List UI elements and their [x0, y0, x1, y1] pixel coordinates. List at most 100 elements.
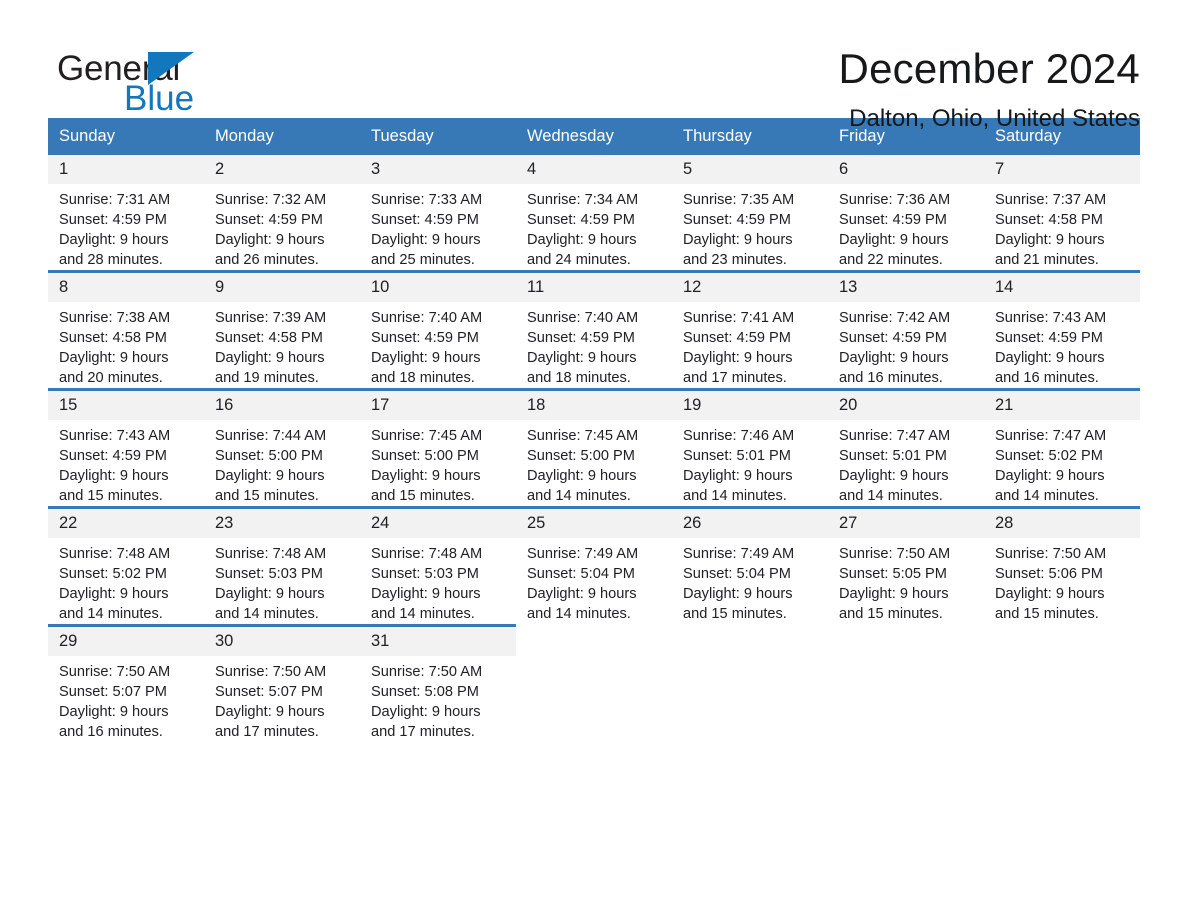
sunrise-text: Sunrise: 7:46 AM: [683, 428, 795, 444]
daylight-text-line2: and 15 minutes.: [995, 606, 1099, 622]
sunset-text: Sunset: 5:03 PM: [215, 566, 323, 582]
sunrise-text: Sunrise: 7:40 AM: [371, 310, 483, 326]
calendar-day-cell[interactable]: 7 Sunrise: 7:37 AM Sunset: 4:58 PM Daylight…: [984, 155, 1140, 272]
sunset-text: Sunset: 5:01 PM: [683, 448, 791, 464]
daylight-text-line1: Daylight: 9 hours: [215, 232, 325, 248]
calendar-day-cell[interactable]: 5 Sunrise: 7:35 AM Sunset: 4:59 PM Daylight…: [672, 155, 828, 272]
sunrise-text: Sunrise: 7:36 AM: [839, 192, 951, 208]
day-details: Sunrise: 7:42 AM Sunset: 4:59 PM Daylight:…: [828, 302, 984, 388]
day-details: [516, 656, 672, 662]
calendar-day-cell[interactable]: 17 Sunrise: 7:45 AM Sunset: 5:00 PM Dayligh…: [360, 388, 516, 508]
calendar-day-cell[interactable]: 16 Sunrise: 7:44 AM Sunset: 5:00 PM Dayligh…: [204, 388, 360, 508]
calendar-day-cell[interactable]: 25 Sunrise: 7:49 AM Sunset: 5:04 PM Dayligh…: [516, 506, 672, 626]
day-number: 21: [984, 391, 1140, 420]
day-number: 20: [828, 391, 984, 420]
generalblue-logo[interactable]: General Blue: [48, 44, 248, 118]
day-details: [828, 656, 984, 662]
calendar-week-row: 8 Sunrise: 7:38 AM Sunset: 4:58 PM Daylight…: [48, 270, 1140, 390]
calendar-day-cell[interactable]: 24 Sunrise: 7:48 AM Sunset: 5:03 PM Dayligh…: [360, 506, 516, 626]
calendar-day-cell[interactable]: 29 Sunrise: 7:50 AM Sunset: 5:07 PM Dayligh…: [48, 624, 204, 742]
calendar-day-cell[interactable]: 23 Sunrise: 7:48 AM Sunset: 5:03 PM Dayligh…: [204, 506, 360, 626]
daylight-text-line2: and 14 minutes.: [59, 606, 163, 622]
daylight-text-line1: Daylight: 9 hours: [59, 232, 169, 248]
calendar-day-cell-empty: [516, 624, 672, 742]
sunset-text: Sunset: 4:58 PM: [995, 212, 1103, 228]
weekday-header-sunday: Sunday: [48, 118, 204, 155]
calendar-day-cell[interactable]: 15 Sunrise: 7:43 AM Sunset: 4:59 PM Dayligh…: [48, 388, 204, 508]
sunset-text: Sunset: 5:06 PM: [995, 566, 1103, 582]
calendar-day-cell[interactable]: 2 Sunrise: 7:32 AM Sunset: 4:59 PM Daylight…: [204, 155, 360, 272]
daylight-text-line1: Daylight: 9 hours: [995, 350, 1105, 366]
daylight-text-line1: Daylight: 9 hours: [215, 350, 325, 366]
daylight-text-line2: and 28 minutes.: [59, 252, 163, 268]
day-number: 12: [672, 273, 828, 302]
calendar-day-cell[interactable]: 11 Sunrise: 7:40 AM Sunset: 4:59 PM Dayligh…: [516, 270, 672, 390]
daylight-text-line2: and 20 minutes.: [59, 370, 163, 386]
calendar-day-cell[interactable]: 10 Sunrise: 7:40 AM Sunset: 4:59 PM Dayligh…: [360, 270, 516, 390]
calendar-day-cell[interactable]: 22 Sunrise: 7:48 AM Sunset: 5:02 PM Dayligh…: [48, 506, 204, 626]
calendar-day-cell[interactable]: 27 Sunrise: 7:50 AM Sunset: 5:05 PM Dayligh…: [828, 506, 984, 626]
daylight-text-line2: and 15 minutes.: [371, 488, 475, 504]
calendar-day-cell[interactable]: 14 Sunrise: 7:43 AM Sunset: 4:59 PM Dayligh…: [984, 270, 1140, 390]
calendar-week-row: 1 Sunrise: 7:31 AM Sunset: 4:59 PM Daylight…: [48, 155, 1140, 272]
sunset-text: Sunset: 4:59 PM: [839, 330, 947, 346]
calendar-day-cell[interactable]: 21 Sunrise: 7:47 AM Sunset: 5:02 PM Dayligh…: [984, 388, 1140, 508]
calendar-day-cell-empty: [672, 624, 828, 742]
day-number: 27: [828, 509, 984, 538]
calendar-day-cell[interactable]: 31 Sunrise: 7:50 AM Sunset: 5:08 PM Dayligh…: [360, 624, 516, 742]
calendar-day-cell[interactable]: 6 Sunrise: 7:36 AM Sunset: 4:59 PM Daylight…: [828, 155, 984, 272]
sunrise-text: Sunrise: 7:48 AM: [59, 546, 171, 562]
sunrise-text: Sunrise: 7:39 AM: [215, 310, 327, 326]
calendar-day-cell-empty: [828, 624, 984, 742]
daylight-text-line1: Daylight: 9 hours: [683, 468, 793, 484]
day-number: 24: [360, 509, 516, 538]
day-details: Sunrise: 7:45 AM Sunset: 5:00 PM Daylight:…: [516, 420, 672, 506]
daylight-text-line1: Daylight: 9 hours: [215, 704, 325, 720]
calendar-day-cell[interactable]: 13 Sunrise: 7:42 AM Sunset: 4:59 PM Dayligh…: [828, 270, 984, 390]
calendar-day-cell[interactable]: 4 Sunrise: 7:34 AM Sunset: 4:59 PM Daylight…: [516, 155, 672, 272]
calendar-day-cell[interactable]: 8 Sunrise: 7:38 AM Sunset: 4:58 PM Daylight…: [48, 270, 204, 390]
sunrise-text: Sunrise: 7:50 AM: [839, 546, 951, 562]
sunrise-text: Sunrise: 7:45 AM: [371, 428, 483, 444]
sunset-text: Sunset: 4:58 PM: [215, 330, 323, 346]
daylight-text-line2: and 17 minutes.: [683, 370, 787, 386]
day-number: 9: [204, 273, 360, 302]
day-details: Sunrise: 7:50 AM Sunset: 5:05 PM Daylight:…: [828, 538, 984, 624]
day-details: Sunrise: 7:34 AM Sunset: 4:59 PM Daylight:…: [516, 184, 672, 270]
day-details: Sunrise: 7:38 AM Sunset: 4:58 PM Daylight:…: [48, 302, 204, 388]
calendar-day-cell[interactable]: 9 Sunrise: 7:39 AM Sunset: 4:58 PM Daylight…: [204, 270, 360, 390]
day-details: Sunrise: 7:35 AM Sunset: 4:59 PM Daylight:…: [672, 184, 828, 270]
calendar-day-cell[interactable]: 1 Sunrise: 7:31 AM Sunset: 4:59 PM Daylight…: [48, 155, 204, 272]
daylight-text-line2: and 14 minutes.: [371, 606, 475, 622]
daylight-text-line1: Daylight: 9 hours: [371, 350, 481, 366]
sunset-text: Sunset: 5:07 PM: [215, 684, 323, 700]
sunrise-text: Sunrise: 7:37 AM: [995, 192, 1107, 208]
day-number: 19: [672, 391, 828, 420]
sunset-text: Sunset: 4:59 PM: [59, 448, 167, 464]
day-details: Sunrise: 7:39 AM Sunset: 4:58 PM Daylight:…: [204, 302, 360, 388]
daylight-text-line2: and 17 minutes.: [371, 724, 475, 740]
day-details: [672, 656, 828, 662]
daylight-text-line2: and 22 minutes.: [839, 252, 943, 268]
daylight-text-line1: Daylight: 9 hours: [371, 704, 481, 720]
day-details: Sunrise: 7:50 AM Sunset: 5:08 PM Daylight:…: [360, 656, 516, 742]
daylight-text-line2: and 14 minutes.: [527, 488, 631, 504]
daylight-text-line1: Daylight: 9 hours: [59, 350, 169, 366]
calendar-day-cell[interactable]: 20 Sunrise: 7:47 AM Sunset: 5:01 PM Dayligh…: [828, 388, 984, 508]
daylight-text-line1: Daylight: 9 hours: [59, 704, 169, 720]
day-number: 8: [48, 273, 204, 302]
day-details: Sunrise: 7:31 AM Sunset: 4:59 PM Daylight:…: [48, 184, 204, 270]
calendar-day-cell[interactable]: 30 Sunrise: 7:50 AM Sunset: 5:07 PM Dayligh…: [204, 624, 360, 742]
calendar-day-cell[interactable]: 28 Sunrise: 7:50 AM Sunset: 5:06 PM Dayligh…: [984, 506, 1140, 626]
sunset-text: Sunset: 5:04 PM: [527, 566, 635, 582]
calendar-day-cell[interactable]: 12 Sunrise: 7:41 AM Sunset: 4:59 PM Dayligh…: [672, 270, 828, 390]
day-details: Sunrise: 7:44 AM Sunset: 5:00 PM Daylight:…: [204, 420, 360, 506]
calendar-day-cell[interactable]: 26 Sunrise: 7:49 AM Sunset: 5:04 PM Dayligh…: [672, 506, 828, 626]
calendar-day-cell[interactable]: 19 Sunrise: 7:46 AM Sunset: 5:01 PM Dayligh…: [672, 388, 828, 508]
calendar-day-cell[interactable]: 18 Sunrise: 7:45 AM Sunset: 5:00 PM Dayligh…: [516, 388, 672, 508]
day-details: Sunrise: 7:41 AM Sunset: 4:59 PM Daylight:…: [672, 302, 828, 388]
daylight-text-line1: Daylight: 9 hours: [527, 468, 637, 484]
day-number: 5: [672, 155, 828, 184]
sunset-text: Sunset: 4:58 PM: [59, 330, 167, 346]
calendar-day-cell[interactable]: 3 Sunrise: 7:33 AM Sunset: 4:59 PM Daylight…: [360, 155, 516, 272]
